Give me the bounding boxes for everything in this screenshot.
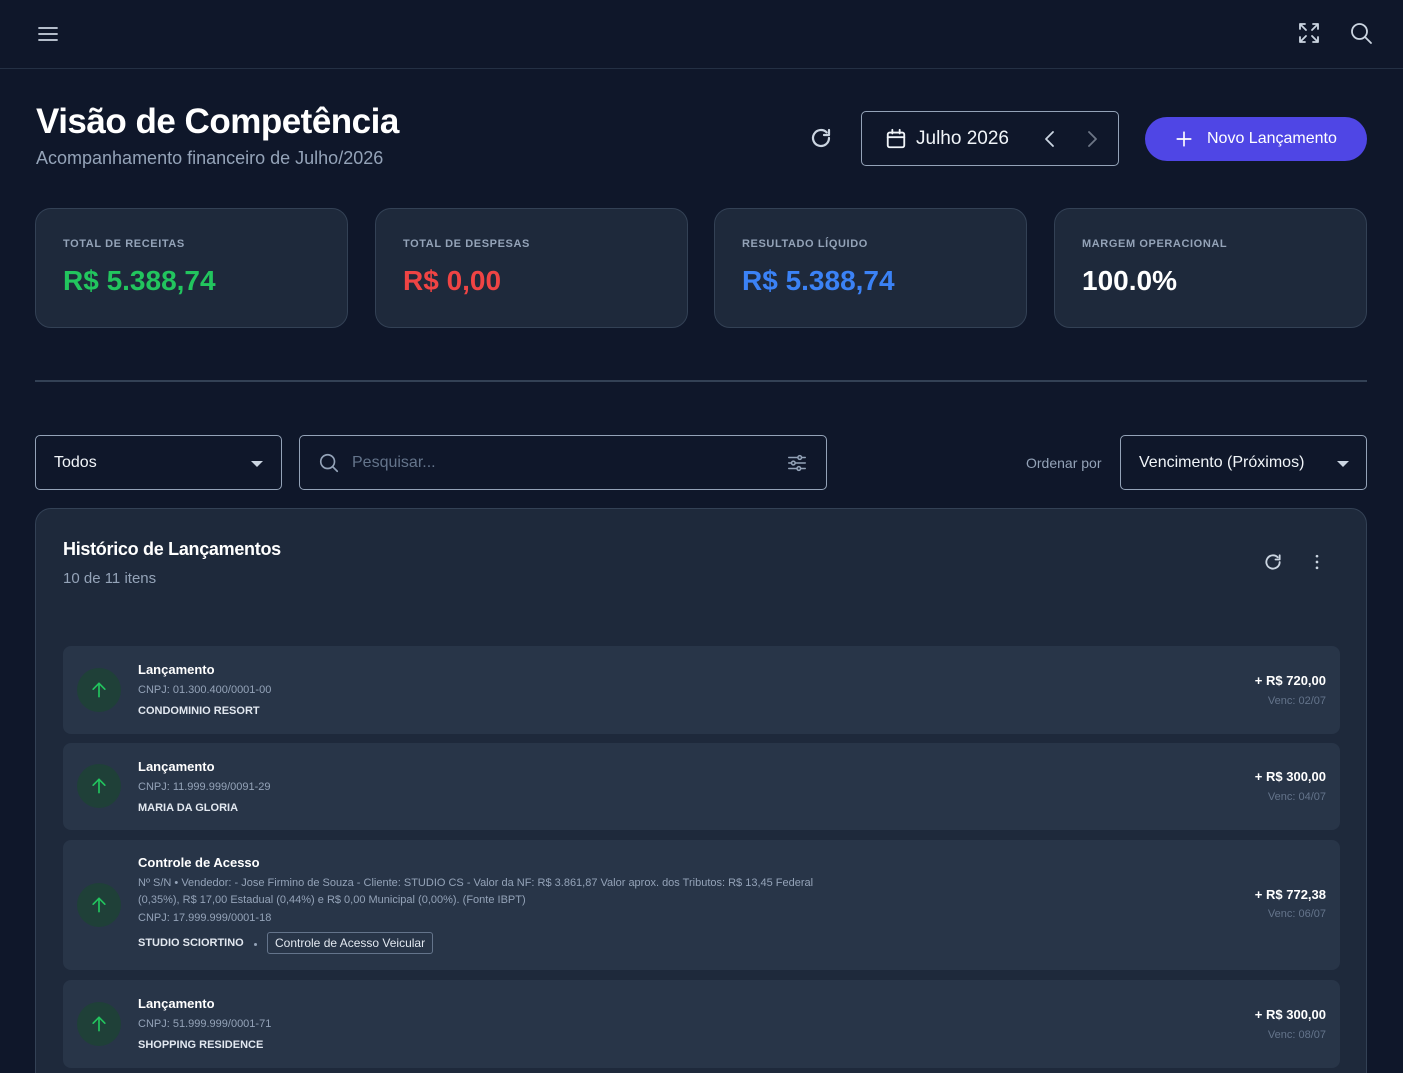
item-due-date: Venc: 04/07 — [1267, 791, 1326, 803]
item-due-date: Venc: 06/07 — [1267, 908, 1326, 920]
item-title: Lançamento — [138, 759, 215, 774]
income-avatar — [77, 764, 121, 808]
card-label: RESULTADO LÍQUIDO — [742, 238, 868, 250]
list-item[interactable]: Lançamento CNPJ: 51.999.999/0001-71 SHOP… — [63, 980, 1340, 1068]
item-due-date: Venc: 02/07 — [1267, 695, 1326, 707]
arrow-up-icon — [92, 778, 106, 794]
menu-icon[interactable] — [36, 22, 60, 46]
refresh-icon[interactable] — [1263, 552, 1283, 572]
page-title: Visão de Competência — [36, 102, 399, 141]
caret-down-icon — [251, 461, 263, 467]
filter-sliders-icon[interactable] — [786, 452, 808, 474]
separator-dot — [254, 943, 257, 946]
item-client: MARIA DA GLORIA — [138, 802, 239, 814]
card-label: MARGEM OPERACIONAL — [1082, 238, 1228, 250]
item-cnpj: CNPJ: 01.300.400/0001-00 — [138, 684, 272, 696]
type-filter-value: Todos — [54, 454, 97, 471]
top-bar — [0, 0, 1403, 69]
card-value: 100.0% — [1082, 265, 1177, 296]
card-label: TOTAL DE RECEITAS — [63, 238, 185, 250]
item-amount: + R$ 300,00 — [1254, 1007, 1326, 1022]
page-subtitle: Acompanhamento financeiro de Julho/2026 — [36, 148, 384, 168]
card-value: R$ 5.388,74 — [63, 265, 216, 296]
item-title: Controle de Acesso — [138, 855, 260, 870]
search-icon[interactable] — [1349, 21, 1373, 45]
history-panel: Histórico de Lançamentos 10 de 11 itens … — [35, 508, 1367, 1073]
card-value: R$ 0,00 — [403, 265, 502, 296]
expand-icon[interactable] — [1297, 21, 1321, 45]
item-due-date: Venc: 08/07 — [1267, 1029, 1326, 1041]
income-avatar — [77, 668, 121, 712]
chevron-left-icon[interactable] — [1038, 127, 1062, 151]
plus-icon — [1176, 131, 1192, 147]
month-picker[interactable]: Julho 2026 — [861, 111, 1119, 166]
item-description: Nº S/N • Vendedor: - Jose Firmino de Sou… — [138, 877, 814, 906]
card-total-expenses: TOTAL DE DESPESAS R$ 0,00 — [375, 208, 688, 328]
chevron-right-icon[interactable] — [1080, 127, 1104, 151]
list-item[interactable]: Lançamento CNPJ: 01.300.400/0001-00 COND… — [63, 646, 1340, 734]
item-cnpj: CNPJ: 11.999.999/0091-29 — [138, 781, 271, 793]
item-client: STUDIO SCIORTINO — [138, 937, 244, 949]
card-net-result: RESULTADO LÍQUIDO R$ 5.388,74 — [714, 208, 1027, 328]
card-operating-margin: MARGEM OPERACIONAL 100.0% — [1054, 208, 1367, 328]
order-by-label: Ordenar por — [1026, 455, 1102, 471]
type-filter-select[interactable]: Todos — [35, 435, 282, 490]
item-amount: + R$ 772,38 — [1254, 887, 1326, 902]
search-input[interactable] — [352, 450, 772, 476]
item-amount: + R$ 300,00 — [1254, 769, 1326, 784]
item-cnpj: CNPJ: 17.999.999/0001-18 — [138, 912, 272, 924]
refresh-icon[interactable] — [809, 126, 833, 150]
item-title: Lançamento — [138, 996, 215, 1011]
arrow-up-icon — [92, 682, 106, 698]
income-avatar — [77, 1002, 121, 1046]
history-title: Histórico de Lançamentos — [63, 539, 281, 559]
card-total-income: TOTAL DE RECEITAS R$ 5.388,74 — [35, 208, 348, 328]
month-label: Julho 2026 — [916, 128, 1009, 149]
list-item[interactable]: Lançamento CNPJ: 11.999.999/0091-29 MARI… — [63, 743, 1340, 830]
new-entry-label: Novo Lançamento — [1207, 130, 1337, 147]
item-client: SHOPPING RESIDENCE — [138, 1039, 264, 1051]
card-value: R$ 5.388,74 — [742, 265, 895, 296]
category-tag: Controle de Acesso Veicular — [267, 932, 434, 954]
order-by-value: Vencimento (Próximos) — [1139, 454, 1305, 471]
section-divider — [35, 380, 1367, 382]
card-label: TOTAL DE DESPESAS — [403, 238, 530, 250]
order-by-select[interactable]: Vencimento (Próximos) — [1120, 435, 1367, 490]
new-entry-button[interactable]: Novo Lançamento — [1145, 117, 1367, 161]
item-amount: + R$ 720,00 — [1254, 673, 1326, 688]
income-avatar — [77, 883, 121, 927]
item-client: CONDOMINIO RESORT — [138, 705, 260, 717]
item-cnpj: CNPJ: 51.999.999/0001-71 — [138, 1018, 272, 1030]
calendar-icon — [886, 128, 906, 149]
search-field[interactable] — [299, 435, 827, 490]
caret-down-icon — [1337, 461, 1349, 467]
more-vertical-icon[interactable] — [1307, 552, 1327, 572]
item-title: Lançamento — [138, 662, 215, 677]
arrow-up-icon — [92, 897, 106, 913]
list-item[interactable]: Controle de Acesso Nº S/N • Vendedor: - … — [63, 840, 1340, 970]
search-icon — [319, 453, 339, 473]
arrow-up-icon — [92, 1016, 106, 1032]
history-count: 10 de 11 itens — [63, 570, 157, 587]
